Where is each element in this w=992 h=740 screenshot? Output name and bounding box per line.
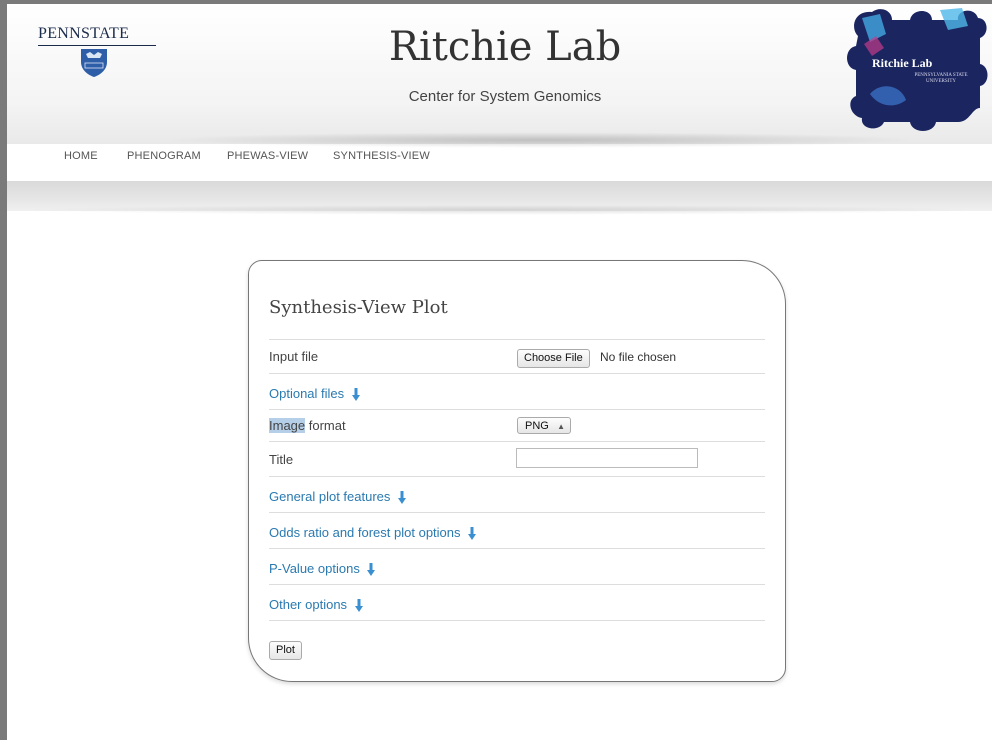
image-format-value: PNG xyxy=(525,420,549,432)
pvalue-label: P-Value options xyxy=(269,561,360,576)
odds-ratio-toggle[interactable]: Odds ratio and forest plot options xyxy=(269,525,477,541)
general-plot-features-toggle[interactable]: General plot features xyxy=(269,489,407,505)
optional-files-row: Optional files xyxy=(269,373,765,410)
nav-item-home[interactable]: HOME xyxy=(64,150,98,162)
choose-file-button[interactable]: Choose File xyxy=(517,349,590,368)
lab-subtitle: Center for System Genomics xyxy=(408,88,602,105)
image-format-row: Image format PNG ▲ xyxy=(269,409,765,442)
arrow-down-icon xyxy=(468,527,477,541)
input-file-label: Input file xyxy=(269,349,319,364)
nav-item-phewas-view[interactable]: PHEWAS-VIEW xyxy=(227,150,308,162)
general-plot-features-row: General plot features xyxy=(269,476,765,513)
nav-item-synthesis-view[interactable]: SYNTHESIS-VIEW xyxy=(333,150,430,162)
form-title: Synthesis-View Plot xyxy=(269,297,448,318)
title-label: Title xyxy=(269,452,294,467)
other-options-row: Other options xyxy=(269,584,765,621)
general-plot-features-label: General plot features xyxy=(269,489,391,504)
select-arrows-icon: ▲ xyxy=(557,422,565,431)
pvalue-toggle[interactable]: P-Value options xyxy=(269,561,376,577)
header-shadow xyxy=(160,132,920,148)
pennstate-shield-icon xyxy=(80,48,108,83)
title-input[interactable] xyxy=(516,448,698,468)
nav-item-phenogram[interactable]: PHENOGRAM xyxy=(127,150,201,162)
other-options-label: Other options xyxy=(269,597,348,612)
odds-ratio-label: Odds ratio and forest plot options xyxy=(269,525,461,540)
image-format-select[interactable]: PNG ▲ xyxy=(517,417,571,434)
puzzle-logo-subtext: PENNSYLVANIA STATE UNIVERSITY xyxy=(914,73,968,84)
lab-title: Ritchie Lab xyxy=(388,24,622,70)
pennstate-logo[interactable]: PENNSTATE xyxy=(38,25,156,46)
synthesis-form-panel: Synthesis-View Plot Input file Choose Fi… xyxy=(248,260,786,682)
title-row: Title xyxy=(269,441,765,477)
optional-files-toggle[interactable]: Optional files xyxy=(269,386,360,402)
window-left-edge xyxy=(0,0,7,740)
arrow-down-icon xyxy=(354,599,363,613)
plot-button[interactable]: Plot xyxy=(269,641,302,660)
banner-shadow xyxy=(20,205,980,215)
image-format-label: Image format xyxy=(269,418,346,433)
puzzle-logo-title: Ritchie Lab xyxy=(872,56,933,70)
other-options-toggle[interactable]: Other options xyxy=(269,597,363,613)
input-file-row: Input file Choose File No file chosen xyxy=(269,339,765,374)
odds-ratio-row: Odds ratio and forest plot options xyxy=(269,512,765,549)
pvalue-row: P-Value options xyxy=(269,548,765,585)
image-format-label-highlight: Image xyxy=(269,418,306,433)
image-format-label-rest: format xyxy=(305,418,346,433)
arrow-down-icon xyxy=(351,388,360,402)
pennstate-wordmark: PENNSTATE xyxy=(38,25,156,46)
arrow-down-icon xyxy=(398,491,407,505)
optional-files-label: Optional files xyxy=(269,386,345,401)
file-status: No file chosen xyxy=(600,350,677,364)
arrow-down-icon xyxy=(367,563,376,577)
